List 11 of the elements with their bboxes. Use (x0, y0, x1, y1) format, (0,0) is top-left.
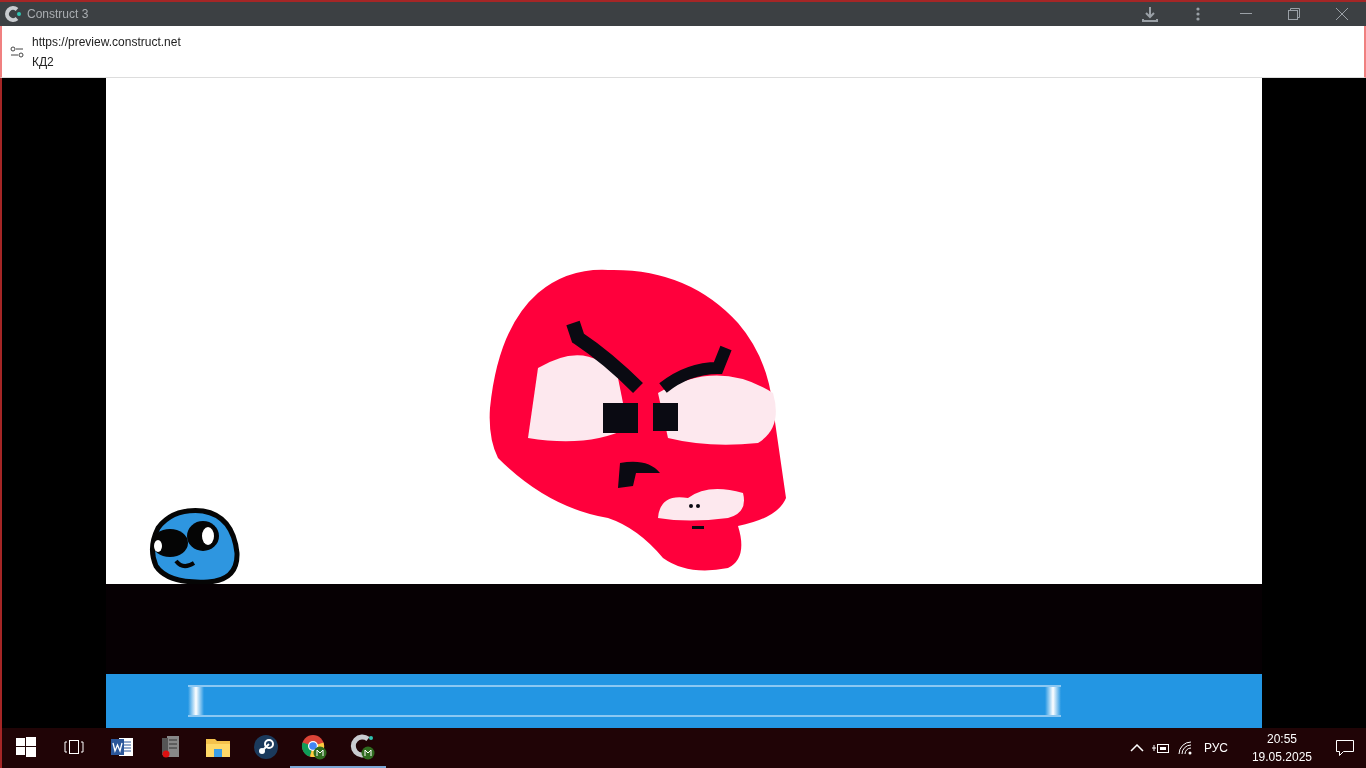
input-language-indicator[interactable]: РУС (1203, 739, 1228, 757)
show-hidden-icons-caret-icon[interactable] (1129, 744, 1144, 752)
taskbar-clock[interactable]: 20:55 19.05.2025 (1243, 729, 1320, 767)
window-title: Construct 3 (27, 6, 89, 23)
site-settings-icon[interactable] (10, 45, 24, 58)
battery-icon[interactable] (1151, 742, 1170, 754)
page-url: https://preview.construct.net (32, 33, 181, 51)
notification-center-icon[interactable] (1336, 740, 1354, 756)
page-title: КД2 (32, 53, 55, 71)
wifi-icon[interactable] (1177, 741, 1192, 755)
app-logo-icon (4, 5, 22, 23)
